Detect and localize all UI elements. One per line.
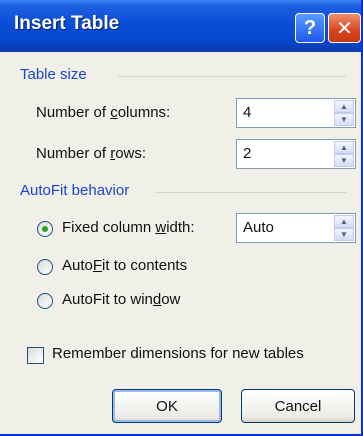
cancel-button[interactable]: Cancel bbox=[241, 389, 355, 423]
spin-up-icon[interactable]: ▲ bbox=[334, 141, 354, 154]
close-icon: ✕ bbox=[336, 17, 353, 40]
window-title: Insert Table bbox=[14, 13, 120, 34]
rows-label: Number of rows: bbox=[36, 145, 147, 162]
table-size-divider bbox=[118, 76, 346, 77]
autofit-heading: AutoFit behavior bbox=[20, 182, 130, 199]
spin-down-icon[interactable]: ▼ bbox=[334, 154, 354, 167]
remember-dimensions-label[interactable]: Remember dimensions for new tables bbox=[52, 345, 304, 362]
autofit-window-label[interactable]: AutoFit to window bbox=[62, 291, 180, 308]
autofit-contents-label[interactable]: AutoFit to contents bbox=[62, 257, 187, 274]
cancel-button-label: Cancel bbox=[274, 397, 322, 415]
fixed-width-value[interactable]: Auto bbox=[243, 219, 274, 236]
autofit-divider bbox=[155, 192, 346, 193]
autofit-window-radio[interactable] bbox=[37, 293, 53, 309]
columns-label: Number of columns: bbox=[36, 104, 171, 121]
autofit-contents-radio[interactable] bbox=[37, 259, 53, 275]
spin-down-icon[interactable]: ▼ bbox=[334, 228, 354, 241]
fixed-width-radio[interactable] bbox=[37, 221, 53, 237]
help-icon: ? bbox=[303, 16, 317, 39]
remember-dimensions-checkbox[interactable] bbox=[27, 347, 44, 364]
title-bar[interactable]: Insert Table ? ✕ bbox=[0, 0, 361, 52]
help-button[interactable]: ? bbox=[295, 13, 325, 43]
rows-value[interactable]: 2 bbox=[243, 145, 251, 162]
insert-table-dialog: Insert Table ? ✕ Table size Number of co… bbox=[0, 0, 363, 436]
spin-up-icon[interactable]: ▲ bbox=[334, 100, 354, 113]
rows-spinbox[interactable]: 2 ▲ ▼ bbox=[236, 139, 356, 169]
close-button[interactable]: ✕ bbox=[328, 13, 361, 43]
radio-selected-dot bbox=[42, 226, 48, 232]
columns-spinbox[interactable]: 4 ▲ ▼ bbox=[236, 98, 356, 128]
ok-button-label: OK bbox=[156, 397, 178, 415]
fixed-width-label[interactable]: Fixed column width: bbox=[62, 219, 195, 236]
spin-down-icon[interactable]: ▼ bbox=[334, 113, 354, 126]
columns-value[interactable]: 4 bbox=[243, 104, 251, 121]
spin-up-icon[interactable]: ▲ bbox=[334, 215, 354, 228]
ok-button[interactable]: OK bbox=[112, 389, 222, 423]
fixed-width-spinbox[interactable]: Auto ▲ ▼ bbox=[236, 213, 356, 243]
table-size-heading: Table size bbox=[20, 66, 87, 83]
